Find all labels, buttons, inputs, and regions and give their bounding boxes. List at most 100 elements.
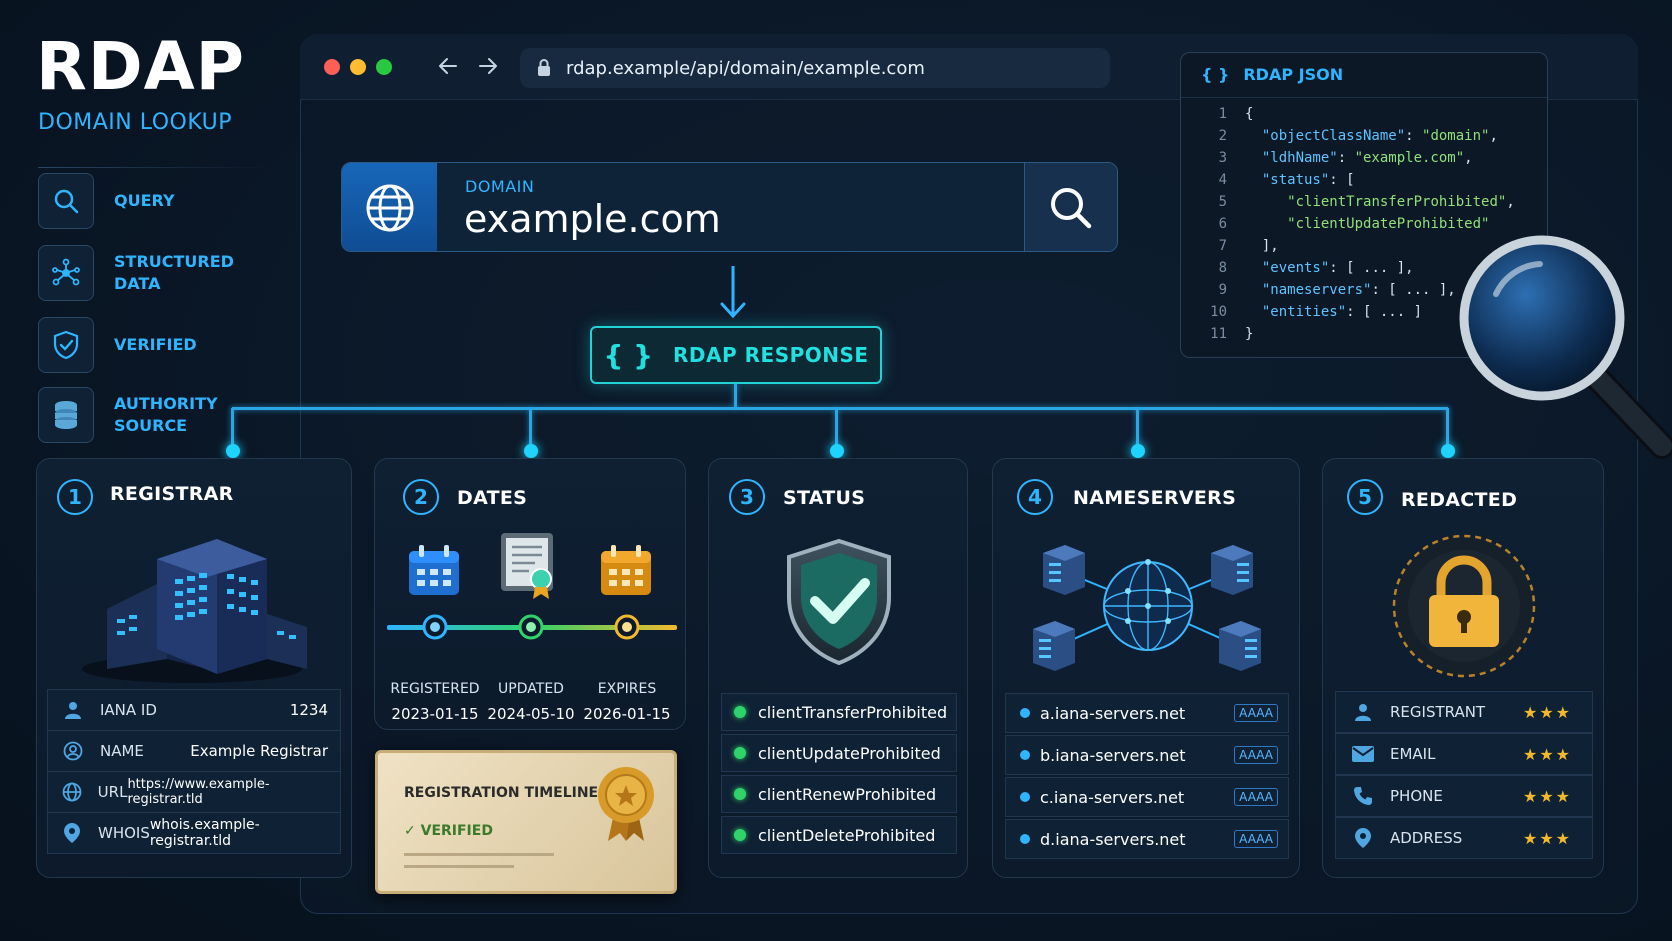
code-line: 1{ xyxy=(1218,106,1254,122)
registration-certificate: REGISTRATION TIMELINE ✓ VERIFIED xyxy=(375,750,677,894)
sidebar-item-authority-source[interactable]: AUTHORITY SOURCE xyxy=(38,386,278,444)
redacted-row: REGISTRANT ★★★ xyxy=(1335,691,1593,733)
forward-button[interactable] xyxy=(476,54,500,82)
sidebar-item-structured-data[interactable]: STRUCTURED DATA xyxy=(38,244,278,302)
date-label: UPDATED xyxy=(498,681,564,697)
sidebar-item-label: AUTHORITY SOURCE xyxy=(114,394,218,435)
connector xyxy=(232,407,1448,410)
location-pin-icon xyxy=(58,823,86,843)
connector xyxy=(1446,408,1449,448)
row-label: IANA ID xyxy=(100,701,157,719)
status-label: clientTransferProhibited xyxy=(758,702,948,722)
card-title: REGISTRAR xyxy=(110,483,234,505)
status-label: clientDeleteProhibited xyxy=(758,825,936,845)
shield-check-icon xyxy=(781,537,897,671)
nameserver-item: a.iana-servers.net AAAA xyxy=(1005,693,1289,733)
date-label: EXPIRES xyxy=(597,681,657,697)
registrar-card: 1 REGISTRAR IANA ID 1234 NAME Example Re… xyxy=(36,458,352,878)
rdap-response-node: { } RDAP RESPONSE xyxy=(590,326,882,384)
url-link[interactable]: https://www.example-registrar.tld xyxy=(127,777,328,807)
sidebar-item-label: QUERY xyxy=(114,191,175,210)
record-badge: AAAA xyxy=(1234,830,1278,848)
magnifying-glass-icon xyxy=(1456,234,1672,474)
step-number: 2 xyxy=(403,479,439,515)
back-button[interactable] xyxy=(436,54,460,82)
building-icon xyxy=(67,519,317,693)
status-item: clientDeleteProhibited xyxy=(721,816,957,854)
bullet-dot xyxy=(1020,750,1030,760)
code-line: 2 "objectClassName": "domain", xyxy=(1218,128,1498,144)
card-title: NAMESERVERS xyxy=(1073,487,1237,509)
maximize-window-button[interactable] xyxy=(376,59,392,75)
nameserver-host: c.iana-servers.net xyxy=(1040,787,1185,807)
seal-icon xyxy=(594,765,658,847)
search-icon xyxy=(38,173,94,229)
code-line: 6 "clientUpdateProhibited" xyxy=(1218,216,1490,232)
network-icon xyxy=(38,245,94,301)
address-bar[interactable]: rdap.example/api/domain/example.com xyxy=(520,48,1110,88)
status-dot xyxy=(734,747,746,759)
connector-node xyxy=(226,444,240,458)
redacted-stars: ★★★ xyxy=(1522,702,1572,722)
connector xyxy=(835,408,838,448)
status-dot xyxy=(734,829,746,841)
json-panel-title: RDAP JSON xyxy=(1243,65,1344,84)
mail-icon xyxy=(1348,746,1378,762)
nameserver-host: b.iana-servers.net xyxy=(1040,745,1186,765)
redacted-stars: ★★★ xyxy=(1522,828,1572,848)
nameservers-card: 4 NAMESERVERS a.iana-servers.net AAAA b.i… xyxy=(992,458,1300,878)
registrar-row: WHOIS whois.example-registrar.tld xyxy=(47,812,341,854)
status-label: clientRenewProhibited xyxy=(758,784,937,804)
minimize-window-button[interactable] xyxy=(350,59,366,75)
status-item: clientRenewProhibited xyxy=(721,775,957,813)
row-label: ADDRESS xyxy=(1390,829,1463,847)
close-window-button[interactable] xyxy=(324,59,340,75)
nameserver-host: d.iana-servers.net xyxy=(1040,829,1186,849)
row-label: REGISTRANT xyxy=(1390,703,1486,721)
connector xyxy=(1136,408,1139,448)
code-line: 5 "clientTransferProhibited", xyxy=(1218,194,1515,210)
divider xyxy=(404,853,554,856)
sidebar-item-verified[interactable]: VERIFIED xyxy=(38,316,278,374)
date-value: 2023-01-15 xyxy=(391,705,479,723)
code-line: 4 "status": [ xyxy=(1218,172,1355,188)
nameserver-host: a.iana-servers.net xyxy=(1040,703,1186,723)
phone-icon xyxy=(1348,786,1378,806)
connector xyxy=(231,408,234,448)
connector xyxy=(734,384,737,408)
network-globe-icon xyxy=(1013,531,1283,685)
sidebar-item-label: STRUCTURED DATA xyxy=(114,252,234,293)
brand-title: RDAP xyxy=(36,28,246,105)
domain-input[interactable]: example.com xyxy=(464,197,721,241)
dates-card: 2 DATES REGISTERED UPDATED EXPIRES 2023-… xyxy=(374,458,686,730)
row-label: PHONE xyxy=(1390,787,1443,805)
row-label: URL xyxy=(97,783,128,801)
nameserver-item: c.iana-servers.net AAAA xyxy=(1005,777,1289,817)
certificate-title: REGISTRATION TIMELINE xyxy=(404,785,599,801)
card-title: REDACTED xyxy=(1401,489,1518,511)
status-label: clientUpdateProhibited xyxy=(758,743,941,763)
row-value: Example Registrar xyxy=(190,742,328,760)
verified-badge: ✓ VERIFIED xyxy=(404,823,493,839)
redacted-stars: ★★★ xyxy=(1522,786,1572,806)
divider xyxy=(1181,97,1547,98)
arrow-down-icon xyxy=(718,264,748,324)
connector xyxy=(529,408,532,448)
registrar-row: IANA ID 1234 xyxy=(47,689,341,731)
certificate-document-icon xyxy=(499,531,559,605)
sidebar-item-query[interactable]: QUERY xyxy=(38,172,278,230)
step-number: 3 xyxy=(729,479,765,515)
card-title: DATES xyxy=(457,487,528,509)
step-number: 5 xyxy=(1347,479,1383,515)
domain-search[interactable]: DOMAIN example.com xyxy=(341,162,1118,252)
row-label: EMAIL xyxy=(1390,745,1436,763)
arrow-left-icon xyxy=(439,58,457,74)
bullet-dot xyxy=(1020,792,1030,802)
search-button[interactable] xyxy=(1024,163,1117,251)
calendar-icon xyxy=(599,543,653,601)
connector-node xyxy=(830,444,844,458)
connector-node xyxy=(1131,444,1145,458)
redacted-row: EMAIL ★★★ xyxy=(1335,733,1593,775)
search-label: DOMAIN xyxy=(465,177,535,196)
redacted-row: PHONE ★★★ xyxy=(1335,775,1593,817)
